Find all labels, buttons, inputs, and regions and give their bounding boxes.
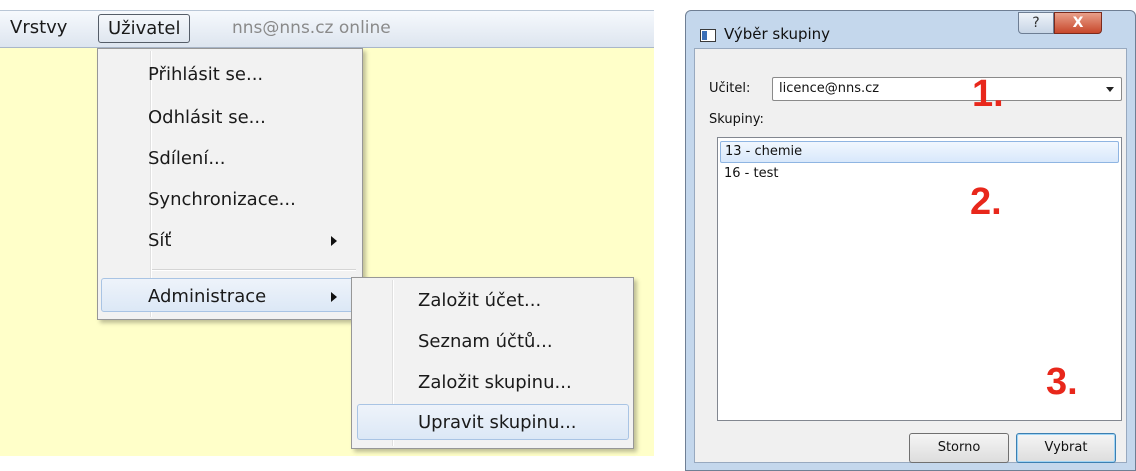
menu-separator [152,269,356,271]
app-window: Vrstvy Uživatel nns@nns.cz online Přihlá… [0,0,663,471]
menu-item-administration[interactable]: Administrace [148,286,266,307]
list-item-label: 13 - chemie [725,144,803,159]
menu-item-network[interactable]: Síť [148,230,171,251]
menu-item-sync[interactable]: Synchronizace... [148,189,296,210]
teacher-value: licence@nns.cz [779,81,880,96]
dialog-title: Výběr skupiny [724,25,831,43]
menu-item-edit-group[interactable]: Upravit skupinu... [418,412,577,433]
menu-item-sharing[interactable]: Sdílení... [148,148,226,169]
annotation-1: 1. [972,73,1004,115]
submenu-arrow-icon [331,292,337,302]
menu-vrstvy[interactable]: Vrstvy [10,17,67,38]
list-item-label: 16 - test [724,166,779,181]
window-icon [700,29,716,42]
groups-label: Skupiny: [709,112,764,127]
list-item-selected[interactable]: 13 - chemie [720,141,1119,163]
online-status: nns@nns.cz online [232,18,391,38]
menu-item-account-list[interactable]: Seznam účtů... [418,331,553,352]
group-select-dialog: Výběr skupiny ? X Učitel: licence@nns.cz… [685,10,1136,471]
dropdown-arrow-icon[interactable] [1106,87,1114,92]
menu-uzivatel[interactable]: Uživatel [98,14,191,43]
submenu-arrow-icon [331,236,337,246]
teacher-label: Učitel: [709,81,751,96]
user-menu: Přihlásit se... Odhlásit se... Sdílení..… [97,48,363,320]
menu-item-create-group[interactable]: Založit skupinu... [418,372,572,393]
menu-item-login[interactable]: Přihlásit se... [148,64,263,85]
close-button[interactable]: X [1054,12,1102,34]
cancel-button[interactable]: Storno [909,433,1009,463]
help-button[interactable]: ? [1018,12,1054,34]
menubar: Vrstvy Uživatel nns@nns.cz online [0,10,654,48]
teacher-combobox[interactable]: licence@nns.cz [772,77,1122,101]
list-item[interactable]: 16 - test [720,164,1119,186]
menu-item-logout[interactable]: Odhlásit se... [148,107,266,128]
menu-item-create-account[interactable]: Založit účet... [418,290,541,311]
admin-submenu: Založit účet... Seznam účtů... Založit s… [351,277,634,449]
annotation-2: 2. [970,181,1002,223]
annotation-3: 3. [1046,361,1078,403]
select-button[interactable]: Vybrat [1016,433,1116,463]
